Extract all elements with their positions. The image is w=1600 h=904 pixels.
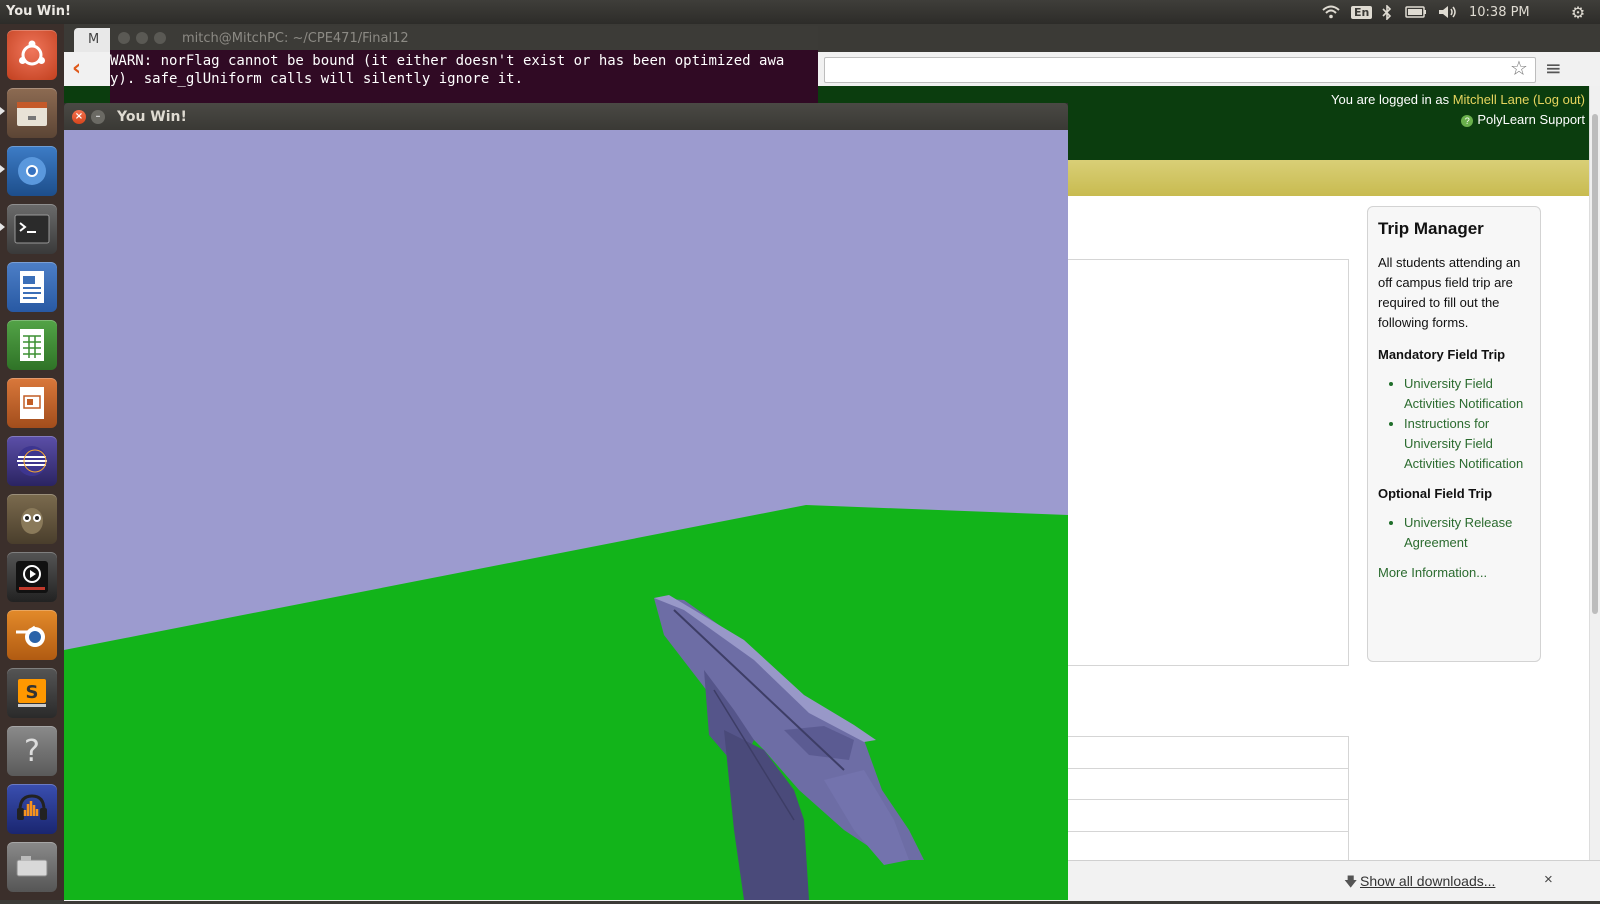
user-name-link[interactable]: Mitchell Lane (1453, 92, 1530, 107)
terminal-title: mitch@MitchPC: ~/CPE471/Final12 (182, 31, 409, 46)
game-titlebar[interactable]: × – You Win! (64, 103, 1068, 130)
list-item: University Field Activities Notification (1404, 374, 1530, 414)
trip-manager-block: Trip Manager All students attending an o… (1367, 206, 1541, 662)
support-link[interactable]: PolyLearn Support (1477, 112, 1585, 127)
terminal-window[interactable]: mitch@MitchPC: ~/CPE471/Final12 WARN: no… (110, 26, 818, 106)
running-indicator (0, 165, 5, 173)
close-icon[interactable]: × (1544, 871, 1553, 888)
window-controls (118, 32, 166, 44)
game-window: × – You Win! (64, 103, 1068, 900)
running-indicator (0, 223, 5, 231)
download-arrow-icon: 🡇 (1344, 874, 1358, 889)
table-row (1067, 736, 1349, 769)
table-row (1067, 768, 1349, 800)
running-indicator (0, 107, 5, 115)
mandatory-list: University Field Activities Notification… (1378, 374, 1530, 474)
writer-icon[interactable] (7, 262, 57, 312)
back-arrow-icon[interactable]: ‹ (72, 56, 81, 81)
release-agreement-link[interactable]: University Release Agreement (1404, 515, 1512, 550)
game-viewport[interactable] (64, 130, 1068, 900)
login-info: You are logged in as Mitchell Lane (Log … (1331, 90, 1585, 130)
more-information-link[interactable]: More Information... (1378, 565, 1530, 580)
trip-manager-heading: Trip Manager (1378, 219, 1484, 238)
gear-icon[interactable]: ⚙ (1568, 3, 1588, 22)
optional-list: University Release Agreement (1378, 513, 1530, 553)
field-activities-link[interactable]: University Field Activities Notification (1404, 376, 1523, 411)
impress-icon[interactable] (7, 378, 57, 428)
maximize-icon[interactable] (154, 32, 166, 44)
table-row (1067, 800, 1349, 832)
video-player-icon[interactable] (7, 552, 57, 602)
terminal-titlebar[interactable]: mitch@MitchPC: ~/CPE471/Final12 (110, 26, 818, 50)
calc-icon[interactable] (7, 320, 57, 370)
scrollbar-thumb[interactable] (1592, 114, 1598, 614)
trip-manager-intro: All students attending an off campus fie… (1378, 255, 1521, 330)
list-item: Instructions for University Field Activi… (1404, 414, 1530, 474)
gimp-icon[interactable] (7, 494, 57, 544)
launcher: S ? (0, 24, 65, 900)
chromium-icon[interactable] (7, 146, 57, 196)
battery-icon[interactable] (1404, 4, 1428, 20)
help-circle-icon: ? (1461, 114, 1474, 127)
page-scrollbar[interactable] (1589, 86, 1600, 900)
bluetooth-icon[interactable] (1380, 4, 1394, 20)
svg-text:S: S (26, 682, 39, 703)
close-icon[interactable]: × (72, 110, 86, 124)
login-prefix: You are logged in as (1331, 92, 1453, 107)
active-window-title: You Win! (6, 4, 71, 19)
audacity-icon[interactable] (7, 784, 57, 834)
sublime-text-icon[interactable]: S (7, 668, 57, 718)
menu-icon[interactable]: ≡ (1545, 56, 1562, 80)
game-window-title: You Win! (117, 109, 187, 125)
top-panel: You Win! En 10:38 PM ⚙ (0, 0, 1600, 24)
logout-link[interactable]: (Log out) (1533, 92, 1585, 107)
instructions-link[interactable]: Instructions for University Field Activi… (1404, 416, 1523, 471)
keyboard-language-indicator[interactable]: En (1351, 4, 1373, 20)
wifi-icon[interactable] (1321, 4, 1341, 20)
terminal-line: WARN: norFlag cannot be bound (it either… (110, 53, 785, 69)
minimize-icon[interactable]: – (91, 110, 105, 124)
address-bar[interactable] (824, 57, 1536, 83)
star-icon[interactable]: ☆ (1510, 56, 1528, 80)
help-icon[interactable]: ? (7, 726, 57, 776)
optional-heading: Optional Field Trip (1378, 486, 1493, 501)
clock[interactable]: 10:38 PM (1469, 4, 1530, 20)
terminal-output: WARN: norFlag cannot be bound (it either… (110, 52, 784, 88)
content-panel (1067, 259, 1349, 666)
blender-icon[interactable] (7, 610, 57, 660)
show-all-downloads-link[interactable]: Show all downloads... (1360, 873, 1495, 889)
files-icon[interactable] (7, 88, 57, 138)
3d-scene (64, 130, 1068, 900)
close-icon[interactable] (118, 32, 130, 44)
mandatory-heading: Mandatory Field Trip (1378, 347, 1506, 362)
volume-icon[interactable] (1437, 4, 1459, 20)
terminal-line: y). safe_glUniform calls will silently i… (110, 71, 524, 87)
removable-drive-icon[interactable] (7, 842, 57, 892)
minimize-icon[interactable] (136, 32, 148, 44)
terminal-icon[interactable] (7, 204, 57, 254)
ubuntu-dash-icon[interactable] (7, 30, 57, 80)
list-item: University Release Agreement (1404, 513, 1530, 553)
eclipse-icon[interactable] (7, 436, 57, 486)
